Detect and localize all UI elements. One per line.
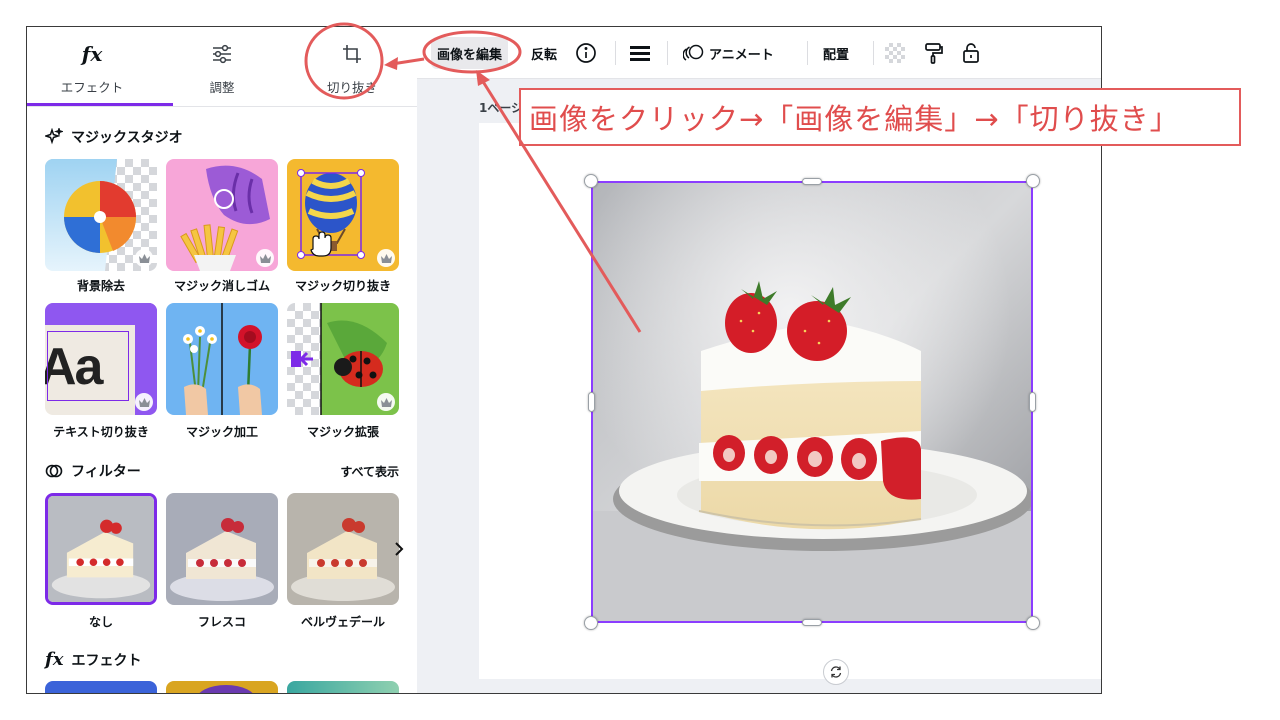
active-tab-indicator [27, 103, 173, 106]
animate-button[interactable]: アニメート [683, 37, 774, 69]
panel-tabs: fx エフェクト 調整 切り抜き [27, 27, 417, 107]
resize-handle[interactable] [802, 178, 822, 185]
toolbar-divider [615, 41, 616, 65]
lock-icon[interactable] [961, 37, 981, 69]
filter-label: なし [88, 615, 113, 629]
premium-crown-icon [256, 249, 274, 267]
tile-label: マジック切り抜き [294, 279, 391, 293]
tile-label: 背景除去 [76, 279, 125, 293]
effect-tile[interactable] [287, 681, 399, 693]
filter-label: フレスコ [197, 615, 246, 629]
see-all-link[interactable]: すべて表示 [340, 463, 399, 480]
effects-heading: fx エフェクト [45, 649, 141, 670]
resize-handle[interactable] [1026, 616, 1040, 630]
border-style-icon[interactable] [629, 37, 651, 69]
cake-photo[interactable] [591, 181, 1033, 623]
tile-magic-eraser[interactable] [166, 159, 278, 271]
tab-effects-label: エフェクト [60, 80, 124, 95]
toolbar-divider [667, 41, 668, 65]
animate-label: アニメート [709, 47, 774, 63]
filter-none[interactable] [45, 493, 157, 605]
effect-tile[interactable] [166, 681, 278, 693]
sliders-icon [157, 41, 287, 67]
filter-label: ベルヴェデール [300, 615, 385, 629]
context-toolbar: 画像を編集 反転 アニメート 配置 [417, 27, 1101, 79]
tile-label: マジック消しゴム [173, 279, 270, 293]
tile-background-remover[interactable] [45, 159, 157, 271]
fx-icon: fx [45, 649, 64, 670]
edit-image-panel: fx エフェクト 調整 切り抜き マジックスタジオ 背景除去 マジック消しゴム … [27, 27, 417, 693]
page-label: 1ページ [479, 101, 524, 115]
resize-handle[interactable] [1026, 174, 1040, 188]
tile-label: テキスト切り抜き [53, 425, 149, 439]
resize-handle[interactable] [584, 174, 598, 188]
transparency-icon[interactable] [885, 37, 905, 69]
effect-tile[interactable] [45, 681, 157, 693]
effects-title: エフェクト [71, 652, 142, 669]
animate-icon [683, 44, 704, 61]
filter-fresco[interactable] [166, 493, 278, 605]
tile-magic-grab[interactable] [287, 159, 399, 271]
premium-crown-icon [377, 393, 395, 411]
magic-studio-title: マジックスタジオ [71, 130, 183, 146]
text-selection-box [47, 331, 129, 401]
filters-heading: フィルター [45, 461, 141, 481]
resize-handle[interactable] [584, 616, 598, 630]
toolbar-divider [807, 41, 808, 65]
tile-magic-expand[interactable] [287, 303, 399, 415]
tab-crop-label: 切り抜き [326, 80, 377, 95]
tile-label: マジック拡張 [306, 425, 379, 439]
filter-belvedere[interactable] [287, 493, 399, 605]
flip-button[interactable]: 反転 [531, 37, 557, 69]
chevron-right-icon[interactable] [387, 537, 411, 561]
tab-adjust-label: 調整 [209, 80, 235, 95]
tab-crop[interactable]: 切り抜き [287, 27, 417, 105]
resize-handle[interactable] [588, 392, 595, 412]
tab-effects[interactable]: fx エフェクト [27, 27, 157, 105]
filter-icon [45, 464, 63, 478]
premium-crown-icon [135, 249, 153, 267]
premium-crown-icon [135, 393, 153, 411]
tile-label: マジック加工 [185, 425, 258, 439]
tile-text-grab[interactable]: Aa [45, 303, 157, 415]
toolbar-divider [873, 41, 874, 65]
position-button[interactable]: 配置 [823, 37, 849, 69]
tile-magic-edit[interactable] [166, 303, 278, 415]
info-icon[interactable] [575, 37, 597, 69]
tab-adjust[interactable]: 調整 [157, 27, 287, 105]
crop-icon [287, 41, 417, 67]
instruction-callout: 画像をクリック→「画像を編集」→「切り抜き」 [519, 88, 1241, 146]
premium-crown-icon [377, 249, 395, 267]
resize-handle[interactable] [1029, 392, 1036, 412]
sparkle-icon [45, 128, 63, 145]
filters-title: フィルター [71, 464, 141, 480]
copy-style-icon[interactable] [923, 37, 943, 69]
edit-image-button[interactable]: 画像を編集 [431, 37, 509, 69]
rotate-icon[interactable] [823, 659, 849, 685]
resize-handle[interactable] [802, 619, 822, 626]
magic-studio-heading: マジックスタジオ [45, 127, 183, 147]
fx-icon: fx [81, 42, 103, 66]
